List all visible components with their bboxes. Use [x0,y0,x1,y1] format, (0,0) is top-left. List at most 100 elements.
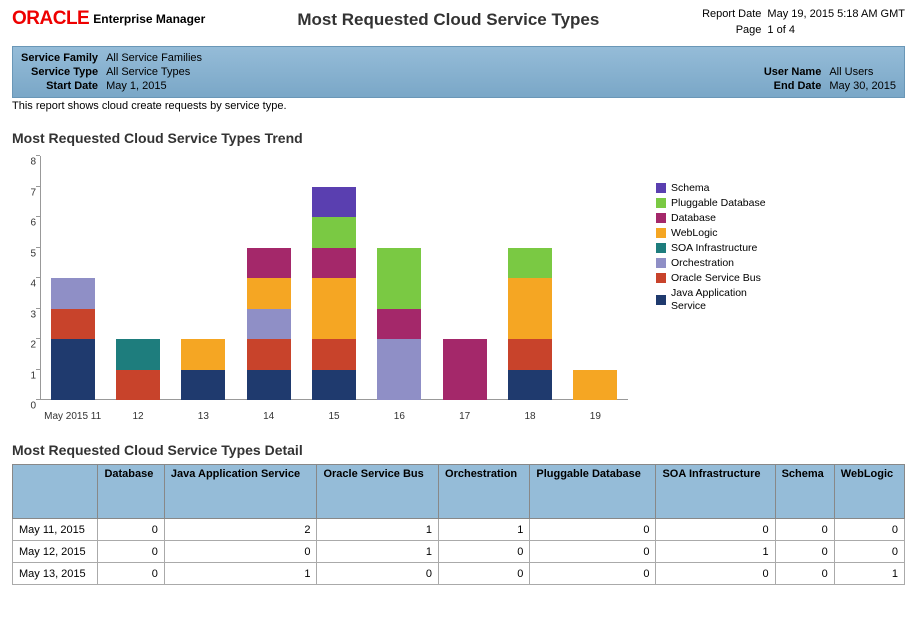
table-header-cell: Java Application Service [164,465,317,519]
y-tick-label: 8 [12,157,36,168]
x-tick-label: 12 [118,411,158,422]
bar-segment [312,217,356,248]
bar-segment [508,248,552,279]
bar-segment [247,248,291,279]
filter-row: User NameAll Users [764,65,896,79]
filter-value: All Service Types [106,65,202,79]
bar-segment [116,370,160,401]
filter-band: Service FamilyAll Service FamiliesServic… [12,46,905,98]
page-value: 1 of 4 [767,24,795,36]
bar-segment [508,370,552,401]
bar-segment [312,339,356,370]
legend-swatch [656,273,666,283]
y-tick-label: 6 [12,218,36,229]
trend-section-title: Most Requested Cloud Service Types Trend [12,130,905,146]
oracle-logo: ORACLE [12,8,89,30]
legend-item: SOA Infrastructure [656,242,781,254]
bar-segment [312,278,356,339]
table-cell: 0 [439,563,530,585]
bar-segment [443,339,487,400]
table-cell: 0 [98,563,164,585]
table-cell: 0 [775,519,834,541]
legend-swatch [656,213,666,223]
legend-label: Oracle Service Bus [671,272,761,284]
bar-segment [247,339,291,370]
bar-column [443,339,487,400]
legend-item: Orchestration [656,257,781,269]
x-tick-label: 16 [379,411,419,422]
bar-segment [51,309,95,340]
legend-item: Database [656,212,781,224]
legend-swatch [656,258,666,268]
table-row: May 12, 201500100100 [13,541,905,563]
table-date-cell: May 12, 2015 [13,541,98,563]
table-cell: 0 [98,519,164,541]
detail-section-title: Most Requested Cloud Service Types Detai… [12,442,905,458]
legend-swatch [656,183,666,193]
legend-item: Schema [656,182,781,194]
table-header-cell: Schema [775,465,834,519]
report-meta: Report Date May 19, 2015 5:18 AM GMT Pag… [691,8,905,40]
bar-column [377,248,421,401]
report-subtitle: This report shows cloud create requests … [12,100,905,112]
table-header-cell: Pluggable Database [530,465,656,519]
bar-column [51,278,95,400]
bar-segment [508,278,552,339]
y-tick-label: 7 [12,187,36,198]
table-cell: 0 [164,541,317,563]
detail-table: DatabaseJava Application ServiceOracle S… [12,464,905,585]
legend-label: Orchestration [671,257,734,269]
x-tick-label: May 2015 11 [33,411,113,422]
bar-column [573,370,617,401]
legend-item: Java Application Service [656,287,781,311]
table-cell: 1 [656,541,775,563]
legend-label: Java Application Service [671,287,781,311]
x-tick-label: 15 [314,411,354,422]
table-header-cell: SOA Infrastructure [656,465,775,519]
logo-block: ORACLE Enterprise Manager [12,8,205,30]
table-header-cell: Database [98,465,164,519]
table-cell: 1 [317,541,439,563]
x-tick-label: 14 [249,411,289,422]
y-tick-label: 0 [12,401,36,412]
filter-value: All Service Families [106,51,202,65]
bar-segment [312,370,356,401]
table-cell: 0 [530,519,656,541]
table-date-cell: May 13, 2015 [13,563,98,585]
table-cell: 1 [164,563,317,585]
bar-segment [181,370,225,401]
bar-segment [377,248,421,309]
y-tick-label: 5 [12,248,36,259]
legend-item: WebLogic [656,227,781,239]
filter-value: May 1, 2015 [106,79,202,93]
report-header: ORACLE Enterprise Manager Most Requested… [12,8,905,40]
bar-segment [508,339,552,370]
y-tick-label: 2 [12,340,36,351]
bar-column [508,248,552,401]
table-cell: 0 [834,519,904,541]
legend-item: Oracle Service Bus [656,272,781,284]
page-label: Page [691,24,761,36]
table-cell: 0 [834,541,904,563]
y-tick-label: 4 [12,279,36,290]
bar-column [181,339,225,400]
bar-segment [181,339,225,370]
filter-row: End DateMay 30, 2015 [764,79,896,93]
legend-label: SOA Infrastructure [671,242,757,254]
table-cell: 0 [530,541,656,563]
table-cell: 0 [656,563,775,585]
filter-label: Start Date [21,79,106,93]
table-header-cell: WebLogic [834,465,904,519]
bar-segment [247,309,291,340]
x-tick-label: 13 [183,411,223,422]
table-header-cell: Orchestration [439,465,530,519]
chart-wrap: 012345678May 2015 111213141516171819 Sch… [12,152,905,422]
table-cell: 0 [98,541,164,563]
table-row: May 11, 201502110000 [13,519,905,541]
filter-label: End Date [764,79,829,93]
table-cell: 2 [164,519,317,541]
y-tick-label: 1 [12,370,36,381]
filter-label: Service Type [21,65,106,79]
legend-label: Pluggable Database [671,197,766,209]
y-tick-label: 3 [12,309,36,320]
